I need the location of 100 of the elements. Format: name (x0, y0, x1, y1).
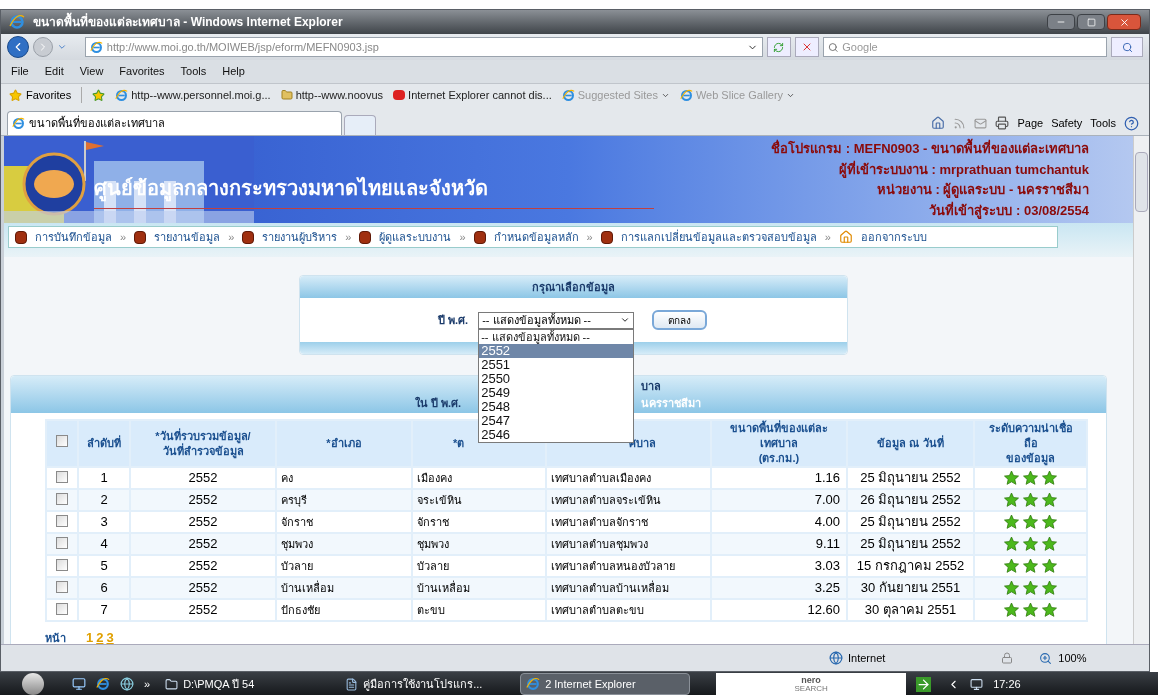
back-button[interactable] (7, 36, 29, 58)
history-dropdown-icon[interactable] (56, 42, 67, 52)
favorites-button[interactable]: Favorites (26, 86, 72, 104)
dropdown-option[interactable]: 2552 (479, 343, 634, 358)
menu-item[interactable]: View (79, 63, 104, 80)
dropdown-option[interactable]: 2551 (479, 357, 634, 372)
taskbar-button[interactable]: คู่มือการใช้งานโปรแกร... (340, 673, 511, 695)
mail-icon[interactable] (974, 116, 988, 130)
menu-item[interactable]: Favorites (119, 63, 165, 80)
scrollbar[interactable] (1133, 136, 1149, 644)
menu-item[interactable]: Edit (44, 63, 64, 80)
search-input[interactable]: Google (842, 38, 1103, 56)
stop-button[interactable] (794, 37, 819, 57)
favorites-star-icon[interactable] (9, 88, 22, 102)
checkbox[interactable] (56, 471, 68, 483)
network-status-icon[interactable] (970, 677, 984, 691)
column-header: *อำเภอ (276, 420, 412, 467)
add-favorite-icon[interactable] (92, 88, 106, 102)
star-icon (1022, 536, 1039, 552)
nav-link[interactable]: กำหนดข้อมูลหลัก (493, 228, 579, 246)
nav-link[interactable]: ออกจากระบบ (860, 228, 927, 246)
search-icon (827, 41, 839, 53)
nav-link[interactable]: การบันทึกข้อมูล (35, 228, 112, 246)
browser-logo-icon (12, 117, 25, 130)
dropdown-option[interactable]: 2548 (479, 399, 634, 414)
star-icon (1041, 492, 1058, 508)
browser-logo-icon (679, 88, 693, 102)
maximize-button[interactable] (1077, 14, 1105, 30)
address-field[interactable]: http://www.moi.go.th/MOIWEB/jsp/eform/MEFN0903.jsp (84, 37, 763, 57)
pagination-label: หน้า (45, 630, 66, 644)
clock: 17:26 (993, 676, 1021, 692)
refresh-button[interactable] (766, 37, 791, 57)
taskbar-button[interactable]: 2 Internet Explorer (520, 673, 691, 695)
command-menu[interactable]: Safety (1051, 114, 1083, 132)
session-info: ชื่อโปรแกรม : MEFN0903 - ขนาดพื้นที่ของแต่ละเทศบาล (771, 139, 1089, 159)
nav-link[interactable]: การแลกเปลี่ยนข้อมูลและตรวจสอบข้อมูล (620, 228, 817, 246)
ok-button[interactable]: ตกลง (652, 310, 708, 330)
separator: » (228, 229, 235, 245)
report-title: บาล (641, 379, 662, 394)
search-field[interactable]: Google (822, 37, 1108, 57)
favorite-link[interactable]: http--www.personnel.moi.g... (131, 86, 271, 104)
menu-item[interactable]: Tools (180, 63, 207, 80)
minimize-button[interactable] (1047, 14, 1075, 30)
favorite-link[interactable]: http--www.noovus (295, 86, 384, 104)
checkbox[interactable] (56, 559, 68, 571)
session-info: ผู้ที่เข้าระบบงาน : mrprathuan tumchantuk (838, 159, 1089, 179)
star-icon (1022, 470, 1039, 486)
search-box[interactable]: nero SEARCH (716, 673, 907, 695)
checkbox[interactable] (56, 493, 68, 505)
search-icon (1121, 41, 1133, 53)
nav-link[interactable]: รายงานข้อมูล (154, 228, 221, 246)
star-icon (1041, 470, 1058, 486)
home-icon[interactable] (931, 116, 946, 130)
close-button[interactable] (1107, 14, 1141, 30)
menu-item[interactable]: File (11, 63, 29, 80)
session-info: วันที่เข้าสู่ระบบ : 03/08/2554 (929, 200, 1089, 220)
caret-icon (620, 315, 631, 325)
nav-link[interactable]: ผู้ดูแลระบบงาน (379, 228, 452, 246)
protected-mode-icon[interactable] (1001, 652, 1014, 664)
browser-logo-icon (526, 677, 541, 691)
zoom-icon[interactable] (1039, 651, 1053, 665)
new-tab-button[interactable] (344, 115, 376, 135)
checkbox[interactable] (56, 603, 68, 615)
taskbar-button[interactable]: D:\PMQA ปี 54 (160, 673, 331, 695)
column-header: *วันที่รวบรวมข้อมูล/ วันที่สำรวจข้อมูล (130, 420, 276, 467)
book-icon (359, 230, 372, 244)
network-icon[interactable] (120, 677, 134, 691)
print-icon[interactable] (995, 116, 1010, 130)
go-icon[interactable] (916, 676, 932, 692)
report-subtitle: นครราชสีมา (641, 395, 702, 411)
command-menu[interactable]: Page (1017, 114, 1044, 132)
feeds-icon[interactable] (953, 116, 967, 130)
star-icon (1022, 558, 1039, 574)
checkbox[interactable] (56, 515, 68, 527)
separator: » (120, 229, 127, 245)
zoom-level[interactable]: 100% (1058, 649, 1087, 667)
favorite-link[interactable]: Internet Explorer cannot dis... (408, 86, 552, 104)
overflow-button[interactable]: » (144, 675, 151, 693)
star-icon (1022, 514, 1039, 530)
help-icon[interactable] (1124, 115, 1139, 131)
dropdown-option[interactable]: 2549 (479, 385, 634, 400)
dropdown-option[interactable]: 2550 (479, 371, 634, 386)
star-icon (1041, 580, 1058, 596)
search-button[interactable] (1111, 37, 1143, 57)
window-title: ขนาดพื้นที่ของแต่ละเทศบาล - Windows Internet Explorer (33, 13, 343, 31)
star-icon (1003, 514, 1020, 530)
show-desktop-icon[interactable] (72, 677, 86, 691)
nav-link[interactable]: รายงานผู้บริหาร (262, 228, 338, 246)
command-menu[interactable]: Tools (1090, 114, 1116, 132)
separator: » (586, 229, 593, 245)
checkbox[interactable] (56, 435, 68, 448)
start-button[interactable] (22, 673, 44, 695)
browser-tab[interactable]: ขนาดพื้นที่ของแต่ละเทศบาล (7, 111, 342, 135)
browser-logo-icon (96, 677, 110, 691)
star-icon (1003, 536, 1020, 552)
checkbox[interactable] (56, 581, 68, 593)
checkbox[interactable] (56, 537, 68, 549)
menu-item[interactable]: Help (222, 63, 245, 80)
year-select[interactable]: -- แสดงข้อมูลทั้งหมด -- (478, 311, 635, 329)
dropdown-option[interactable]: -- แสดงข้อมูลทั้งหมด -- (479, 329, 634, 344)
